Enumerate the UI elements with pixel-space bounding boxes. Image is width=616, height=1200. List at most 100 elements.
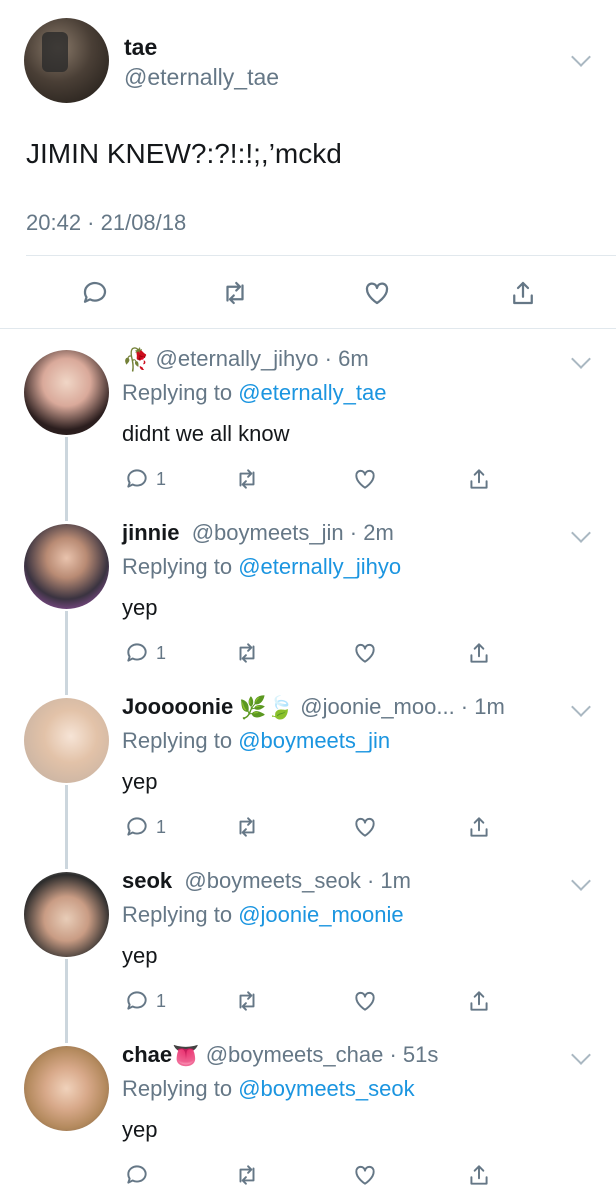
tweet-actions [0, 276, 616, 312]
reply-actions [0, 1160, 616, 1192]
user-handle[interactable]: @eternally_tae [124, 64, 279, 91]
reply-tweet[interactable]: 🥀 @eternally_jihyo · 6m Replying to @ete… [0, 346, 616, 516]
share-icon[interactable] [506, 276, 540, 310]
reply-count: 1 [156, 642, 167, 663]
chevron-down-icon[interactable] [571, 349, 591, 369]
reply-text: yep [122, 1117, 158, 1142]
share-icon[interactable] [466, 464, 492, 494]
user-handle[interactable]: @boymeets_chae [206, 1042, 384, 1067]
reply-header: seok @boymeets_seok · 1m [122, 868, 411, 894]
reply-time: 6m [338, 346, 369, 371]
reply-button[interactable]: 1 [124, 638, 166, 668]
reply-button[interactable] [124, 1160, 156, 1190]
like-icon[interactable] [360, 276, 394, 310]
reply-actions: 1 [0, 638, 616, 670]
replying-label: Replying to [122, 380, 239, 405]
divider [0, 328, 616, 329]
reply-header: chae👅 @boymeets_chae · 51s [122, 1042, 438, 1069]
share-icon[interactable] [466, 1160, 492, 1190]
avatar[interactable] [24, 18, 109, 103]
replying-to: Replying to @boymeets_jin [122, 728, 390, 754]
name-emoji: 🥀 [122, 347, 150, 373]
separator-dot: · [454, 694, 475, 719]
reply-count: 1 [156, 816, 167, 837]
reply-tweet[interactable]: chae👅 @boymeets_chae · 51s Replying to @… [0, 1042, 616, 1200]
like-icon[interactable] [352, 812, 378, 842]
chevron-down-icon[interactable] [571, 1045, 591, 1065]
mention-link[interactable]: @eternally_tae [238, 380, 386, 405]
avatar[interactable] [24, 872, 109, 957]
like-icon[interactable] [352, 464, 378, 494]
mention-link[interactable]: @boymeets_seok [238, 1076, 414, 1101]
reply-time: 2m [363, 520, 394, 545]
main-tweet: tae @eternally_tae JIMIN KNEW?:?!:!;,’mc… [0, 0, 616, 330]
chevron-down-icon[interactable] [571, 697, 591, 717]
reply-icon[interactable] [78, 276, 112, 310]
tweet-timestamp: 20:42 · 21/08/18 [26, 210, 187, 235]
display-name[interactable]: Jooooonie [122, 694, 233, 719]
reply-text: didnt we all know [122, 421, 290, 446]
display-name[interactable]: jinnie [122, 520, 179, 545]
chevron-down-icon[interactable] [571, 871, 591, 891]
reply-header: jinnie @boymeets_jin · 2m [122, 520, 394, 546]
chevron-down-icon[interactable] [571, 523, 591, 543]
replying-to: Replying to @eternally_jihyo [122, 554, 401, 580]
replying-label: Replying to [122, 902, 239, 927]
like-icon[interactable] [352, 1160, 378, 1190]
share-icon[interactable] [466, 812, 492, 842]
name-emoji: 🌿🍃 [239, 695, 295, 721]
reply-time: 1m [380, 868, 411, 893]
chevron-down-icon[interactable] [571, 47, 591, 67]
user-handle[interactable]: @boymeets_seok [184, 868, 360, 893]
reply-tweet[interactable]: Jooooonie 🌿🍃 @joonie_moo... · 1m Replyin… [0, 694, 616, 864]
separator-dot: · [360, 868, 381, 893]
divider [26, 255, 616, 256]
avatar[interactable] [24, 698, 109, 783]
reply-text: yep [122, 769, 158, 794]
separator-dot: · [383, 1042, 403, 1067]
retweet-icon[interactable] [234, 812, 260, 842]
retweet-icon[interactable] [218, 276, 252, 310]
mention-link[interactable]: @joonie_moonie [238, 902, 403, 927]
reply-text: yep [122, 943, 158, 968]
replying-to: Replying to @eternally_tae [122, 380, 387, 406]
user-handle[interactable]: @joonie_moo... [300, 694, 454, 719]
avatar[interactable] [24, 524, 109, 609]
reply-button[interactable]: 1 [124, 812, 166, 842]
display-name[interactable]: seok [122, 868, 172, 893]
retweet-icon[interactable] [234, 638, 260, 668]
user-handle[interactable]: @boymeets_jin [192, 520, 344, 545]
reply-tweet[interactable]: seok @boymeets_seok · 1m Replying to @jo… [0, 868, 616, 1038]
reply-icon [127, 991, 147, 1010]
reply-tweet[interactable]: jinnie @boymeets_jin · 2m Replying to @e… [0, 520, 616, 690]
mention-link[interactable]: @boymeets_jin [238, 728, 390, 753]
reply-icon [127, 817, 147, 836]
reply-button[interactable]: 1 [124, 986, 166, 1016]
avatar[interactable] [24, 1046, 109, 1131]
name-emoji: 👅 [172, 1043, 200, 1069]
display-name[interactable]: chae [122, 1042, 172, 1067]
like-icon[interactable] [352, 986, 378, 1016]
mention-link[interactable]: @eternally_jihyo [238, 554, 401, 579]
retweet-icon[interactable] [234, 986, 260, 1016]
display-name[interactable]: tae [124, 34, 157, 61]
replying-label: Replying to [122, 728, 239, 753]
like-icon[interactable] [352, 638, 378, 668]
reply-actions: 1 [0, 986, 616, 1018]
share-icon[interactable] [466, 986, 492, 1016]
replying-label: Replying to [122, 554, 239, 579]
reply-count: 1 [156, 468, 167, 489]
tweet-text: JIMIN KNEW?:?!:!;,’mckd [26, 138, 342, 169]
reply-button[interactable]: 1 [124, 464, 166, 494]
reply-text: yep [122, 595, 158, 620]
retweet-icon[interactable] [234, 1160, 260, 1190]
separator-dot: · [343, 520, 364, 545]
reply-header: Jooooonie 🌿🍃 @joonie_moo... · 1m [122, 694, 505, 721]
retweet-icon[interactable] [234, 464, 260, 494]
reply-time: 51s [402, 1042, 439, 1067]
reply-actions: 1 [0, 812, 616, 844]
replying-to: Replying to @joonie_moonie [122, 902, 404, 928]
user-handle[interactable]: @eternally_jihyo [156, 346, 319, 371]
share-icon[interactable] [466, 638, 492, 668]
avatar[interactable] [24, 350, 109, 435]
